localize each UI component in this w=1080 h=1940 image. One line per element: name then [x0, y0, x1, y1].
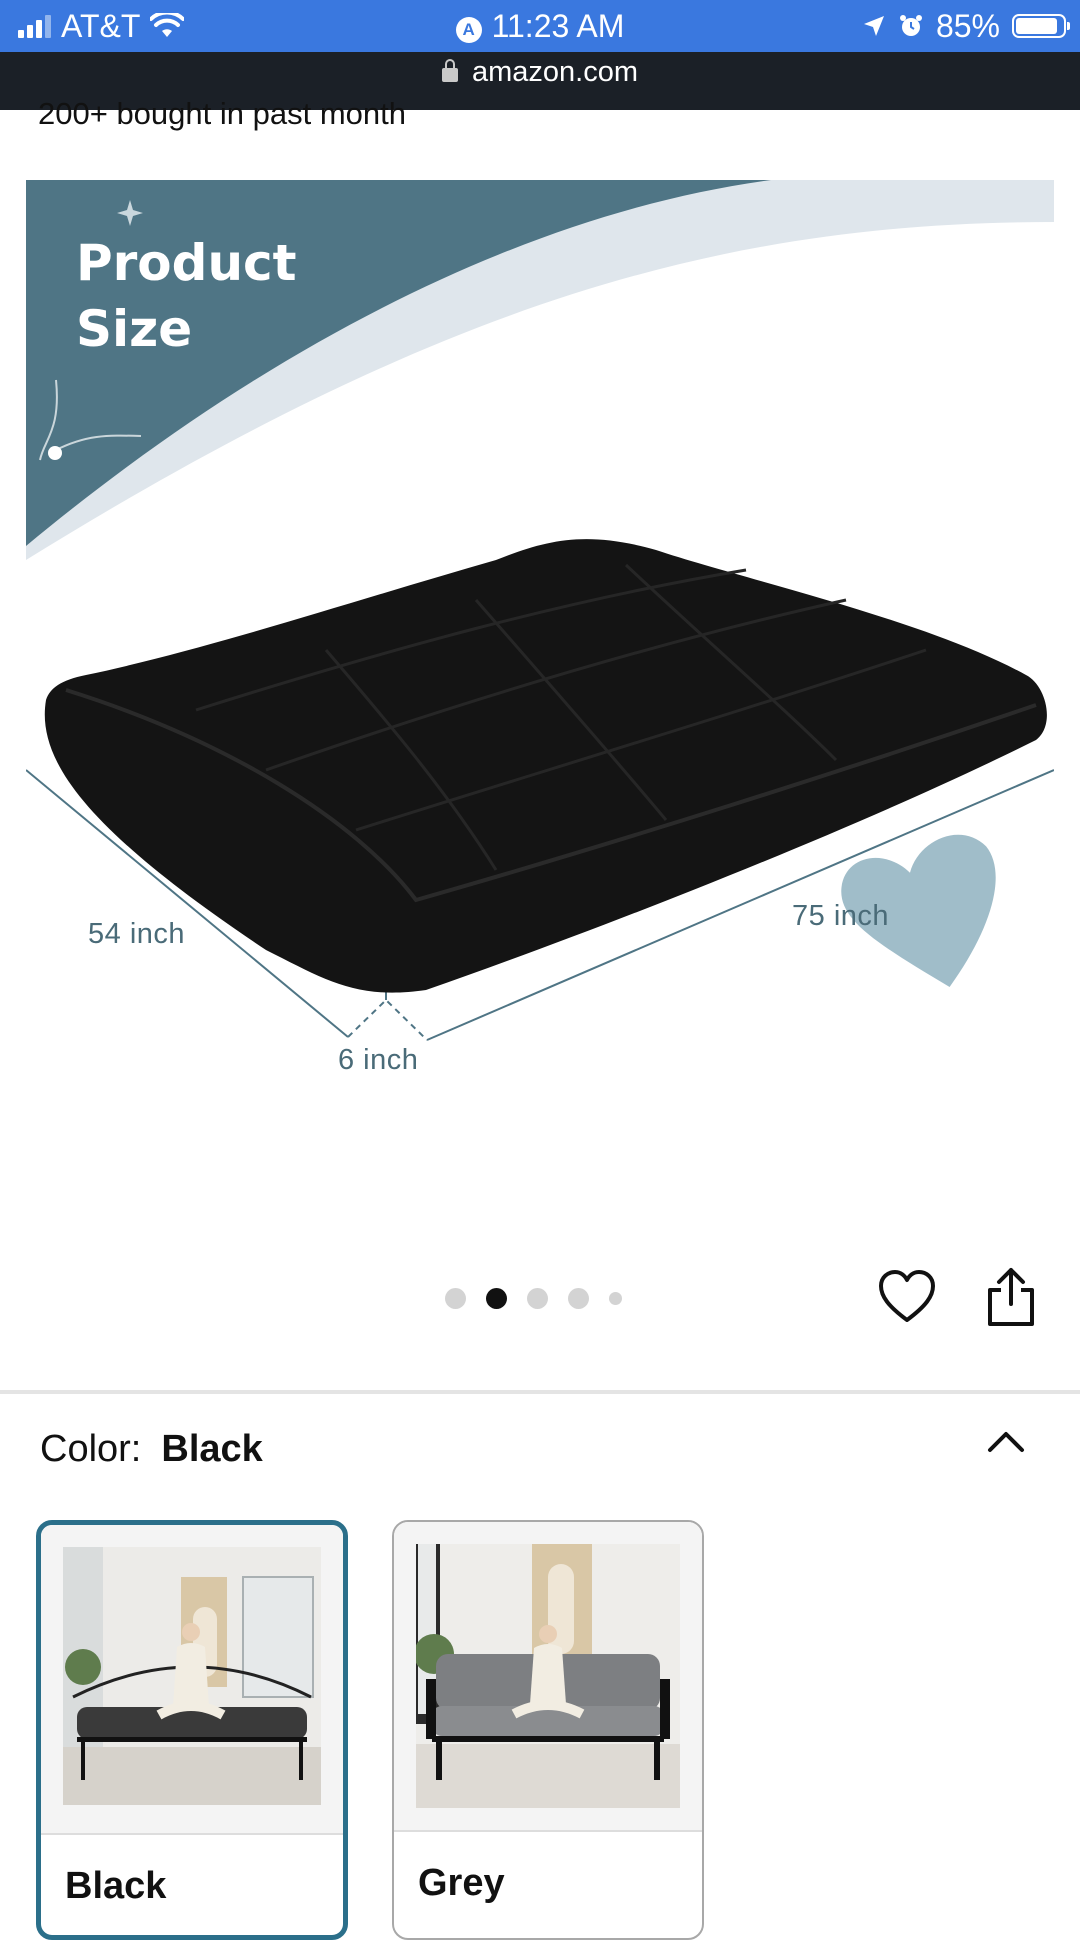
carousel-dots[interactable]	[445, 1288, 622, 1309]
color-option-name: Black	[65, 1865, 167, 1907]
url-domain: amazon.com	[471, 56, 638, 88]
battery-icon	[1012, 14, 1070, 38]
carousel-dot[interactable]	[609, 1292, 622, 1305]
alarm-icon	[899, 15, 922, 36]
lock-icon	[441, 59, 458, 82]
color-selector-header: Color: Black	[40, 1428, 263, 1471]
carousel-dot[interactable]	[527, 1288, 548, 1309]
length-dimension-label: 75 inch	[792, 900, 890, 932]
wishlist-heart-icon[interactable]	[878, 1268, 936, 1326]
location-arrow-icon	[863, 16, 884, 36]
time-label: 11:23 AM	[491, 8, 625, 44]
title-line-1: Product	[76, 234, 297, 292]
color-label: Color:	[40, 1428, 142, 1470]
status-bar: AT&T A 11:23 AM 85%	[0, 0, 1080, 52]
swatch-separator	[41, 1833, 343, 1835]
bought-count-text: 200+ bought in past month	[38, 96, 406, 131]
color-option-black[interactable]: Black	[36, 1520, 348, 1940]
navigation-icon: A	[455, 17, 482, 43]
width-dimension-label: 54 inch	[88, 918, 186, 950]
selected-color-value: Black	[161, 1428, 263, 1470]
color-option-thumbnail	[394, 1522, 702, 1830]
carousel-dot-active[interactable]	[486, 1288, 507, 1309]
product-image[interactable]: Product Size 54 inch 75 inch 6 inch	[26, 180, 1054, 1140]
status-right: 85%	[862, 7, 1070, 44]
battery-percent: 85%	[935, 7, 1000, 44]
height-dimension-label: 6 inch	[338, 1044, 419, 1076]
color-option-grey[interactable]: Grey	[392, 1520, 704, 1940]
product-size-title: Product Size	[76, 230, 297, 362]
color-option-name: Grey	[418, 1862, 505, 1904]
share-icon[interactable]	[984, 1264, 1038, 1328]
carousel-dot[interactable]	[568, 1288, 589, 1309]
title-line-2: Size	[76, 300, 193, 358]
color-option-thumbnail	[41, 1525, 343, 1833]
black-futon-thumbnail-image	[63, 1547, 321, 1805]
swatch-separator	[394, 1830, 702, 1832]
carousel-dot[interactable]	[445, 1288, 466, 1309]
chevron-up-icon[interactable]	[986, 1426, 1026, 1454]
section-divider	[0, 1390, 1080, 1394]
grey-futon-thumbnail-image	[416, 1544, 680, 1808]
